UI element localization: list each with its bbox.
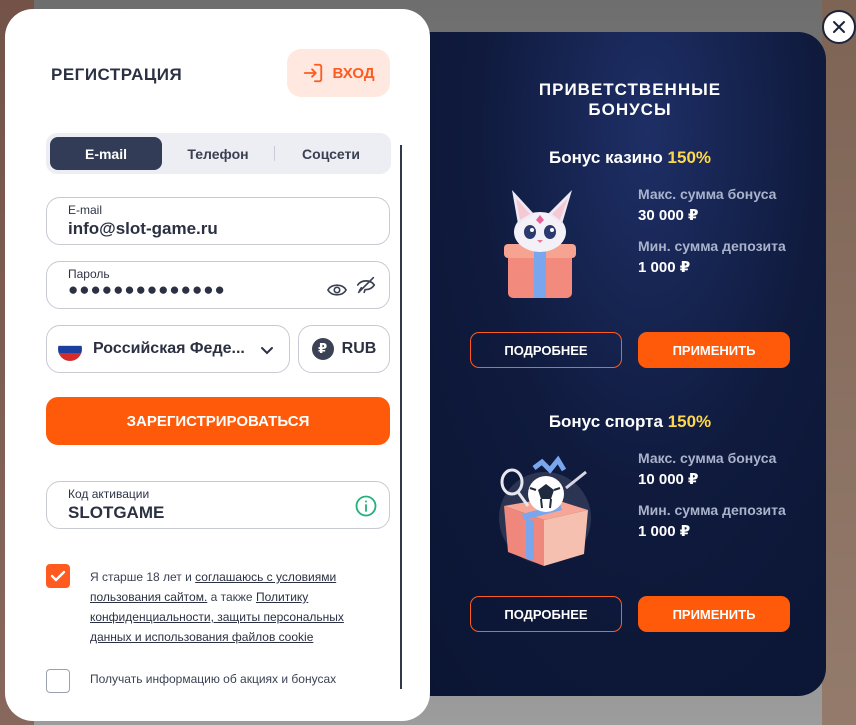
password-label: Пароль xyxy=(68,267,110,281)
login-button[interactable]: ВХОД xyxy=(287,49,390,97)
close-button[interactable] xyxy=(822,10,856,44)
eye-icon[interactable] xyxy=(327,282,347,298)
email-field[interactable]: E-mail info@slot-game.ru xyxy=(46,197,390,245)
min-deposit-value: 1 000 ₽ xyxy=(638,259,691,276)
bonus-info: Макс. сумма бонуса 30 000 ₽ Мин. сумма д… xyxy=(638,184,808,288)
bonuses-title: ПРИВЕТСТВЕННЫЕ БОНУСЫ xyxy=(538,80,722,119)
country-select[interactable]: Российская Феде... xyxy=(46,325,290,373)
min-deposit-label: Мин. сумма депозита xyxy=(638,502,786,518)
chevron-down-icon xyxy=(261,347,273,355)
details-button[interactable]: ПОДРОБНЕЕ xyxy=(470,596,622,632)
activation-code-field[interactable]: Код активации SLOTGAME xyxy=(46,481,390,529)
consent-checkbox[interactable] xyxy=(46,564,70,588)
min-deposit-label: Мин. сумма депозита xyxy=(638,238,786,254)
bonus-info: Макс. сумма бонуса 10 000 ₽ Мин. сумма д… xyxy=(638,448,808,552)
info-icon[interactable] xyxy=(355,495,377,517)
max-bonus-label: Макс. сумма бонуса xyxy=(638,186,777,202)
welcome-bonuses-panel: ПРИВЕТСТВЕННЫЕ БОНУСЫ Бонус казино 150% xyxy=(380,32,826,696)
activation-code-value: SLOTGAME xyxy=(68,503,165,522)
password-field[interactable]: Пароль ●●●●●●●●●●●●●● xyxy=(46,261,390,309)
currency-value: RUB xyxy=(341,340,377,357)
close-icon xyxy=(833,21,845,33)
russia-flag-icon xyxy=(58,337,82,361)
email-value: info@slot-game.ru xyxy=(68,219,218,238)
country-value: Российская Феде... xyxy=(93,340,245,357)
currency-select[interactable]: ₽ RUB xyxy=(298,325,390,373)
scrollbar[interactable] xyxy=(400,145,402,689)
max-bonus-value: 30 000 ₽ xyxy=(638,207,699,224)
tab-email[interactable]: E-mail xyxy=(50,137,162,170)
password-value: ●●●●●●●●●●●●●● xyxy=(68,280,226,299)
max-bonus-value: 10 000 ₽ xyxy=(638,471,699,488)
sports-gift-icon xyxy=(490,448,600,568)
promo-checkbox[interactable] xyxy=(46,669,70,693)
bonus-name: Бонус казино 150% xyxy=(548,148,712,167)
email-label: E-mail xyxy=(68,203,103,217)
eye-off-icon[interactable] xyxy=(355,274,377,296)
login-icon xyxy=(304,63,323,83)
bonus-name: Бонус спорта 150% xyxy=(548,412,712,431)
promo-opt-in-label: Получать информацию об акциях и бонусах xyxy=(90,672,337,686)
apply-button[interactable]: ПРИМЕНИТЬ xyxy=(638,332,790,368)
min-deposit-value: 1 000 ₽ xyxy=(638,523,691,540)
ruble-icon: ₽ xyxy=(311,338,334,360)
bonus-percent: 150% xyxy=(667,148,712,167)
max-bonus-label: Макс. сумма бонуса xyxy=(638,450,777,466)
details-button[interactable]: ПОДРОБНЕЕ xyxy=(470,332,622,368)
activation-code-label: Код активации xyxy=(68,487,150,501)
registration-tabs: E-mail Телефон Соцсети xyxy=(46,133,391,174)
consent-text: Я старше 18 лет и соглашаюсь с условиями… xyxy=(90,570,344,644)
login-label: ВХОД xyxy=(332,64,375,82)
bonus-percent: 150% xyxy=(667,412,712,431)
register-button[interactable]: ЗАРЕГИСТРИРОВАТЬСЯ xyxy=(46,397,390,445)
fox-gift-icon xyxy=(490,184,600,304)
registration-panel: РЕГИСТРАЦИЯ ВХОД E-mail Телефон Соцсети … xyxy=(5,9,430,721)
registration-title: РЕГИСТРАЦИЯ xyxy=(51,65,183,84)
tab-social[interactable]: Соцсети xyxy=(275,137,387,170)
apply-button[interactable]: ПРИМЕНИТЬ xyxy=(638,596,790,632)
tab-phone[interactable]: Телефон xyxy=(162,137,274,170)
checkmark-icon xyxy=(50,570,66,582)
